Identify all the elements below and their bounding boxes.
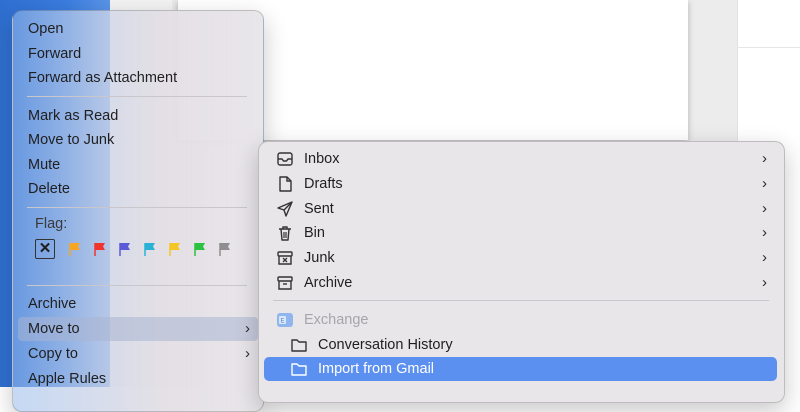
menu-item-forward-as-attachment[interactable]: Forward as Attachment xyxy=(18,66,258,90)
junk-icon xyxy=(277,251,293,265)
flag-red-icon[interactable] xyxy=(93,242,107,256)
submenu-separator xyxy=(273,300,769,301)
menu-item-move-to-junk[interactable]: Move to Junk xyxy=(18,128,258,152)
submenu-item-bin[interactable]: Bin › xyxy=(264,221,777,245)
submenu-item-inbox[interactable]: Inbox › xyxy=(264,147,777,171)
menu-item-mark-as-read[interactable]: Mark as Read xyxy=(18,104,258,128)
menu-separator xyxy=(27,285,247,286)
flag-yellow-icon[interactable] xyxy=(168,242,182,256)
menu-separator xyxy=(27,207,247,208)
move-to-submenu: Inbox › Drafts › Sent › Bin › Junk › Arc… xyxy=(258,141,785,403)
menu-item-apple-rules[interactable]: Apple Rules xyxy=(18,367,258,391)
folder-icon xyxy=(291,363,307,376)
menu-item-archive[interactable]: Archive xyxy=(18,292,258,316)
flag-blue-icon[interactable] xyxy=(143,242,157,256)
submenu-item-import-from-gmail[interactable]: Import from Gmail xyxy=(264,357,777,381)
submenu-account-exchange: E Exchange xyxy=(264,308,777,332)
chevron-right-icon: › xyxy=(762,175,767,192)
exchange-icon: E xyxy=(277,313,293,327)
menu-item-move-to[interactable]: Move to › xyxy=(18,317,258,341)
svg-text:E: E xyxy=(280,319,284,325)
menu-item-copy-to-label: Copy to xyxy=(28,346,78,362)
chevron-right-icon: › xyxy=(762,200,767,217)
inbox-icon xyxy=(277,152,293,166)
flag-orange-icon[interactable] xyxy=(68,242,82,256)
submenu-item-label: Junk xyxy=(304,250,335,266)
menu-item-copy-to[interactable]: Copy to › xyxy=(18,342,258,366)
submenu-item-label: Conversation History xyxy=(318,337,453,353)
menu-item-open[interactable]: Open xyxy=(18,17,258,41)
flag-purple-icon[interactable] xyxy=(118,242,132,256)
trash-icon xyxy=(279,226,291,241)
submenu-item-conversation-history[interactable]: Conversation History xyxy=(264,333,777,357)
submenu-item-sent[interactable]: Sent › xyxy=(264,197,777,221)
submenu-item-label: Inbox xyxy=(304,151,340,167)
submenu-item-drafts[interactable]: Drafts › xyxy=(264,172,777,196)
submenu-item-label: Bin xyxy=(304,225,325,241)
menu-separator xyxy=(27,96,247,97)
chevron-right-icon: › xyxy=(762,150,767,167)
submenu-item-archive[interactable]: Archive › xyxy=(264,271,777,295)
flag-green-icon[interactable] xyxy=(193,242,207,256)
submenu-item-junk[interactable]: Junk › xyxy=(264,246,777,270)
submenu-item-label: Sent xyxy=(304,201,334,217)
account-label: Exchange xyxy=(304,312,369,328)
chevron-right-icon: › xyxy=(245,345,250,362)
menu-item-move-to-label: Move to xyxy=(28,321,80,337)
menu-item-delete[interactable]: Delete xyxy=(18,177,258,201)
chevron-right-icon: › xyxy=(762,274,767,291)
chevron-right-icon: › xyxy=(762,224,767,241)
clear-flag-button[interactable]: ✕ xyxy=(35,239,55,259)
menu-item-mute[interactable]: Mute xyxy=(18,153,258,177)
paper-plane-icon xyxy=(277,201,293,217)
menu-item-forward[interactable]: Forward xyxy=(18,42,258,66)
flag-gray-icon[interactable] xyxy=(218,242,232,256)
flag-label: Flag: xyxy=(35,216,68,232)
submenu-item-label: Drafts xyxy=(304,176,343,192)
submenu-item-label: Archive xyxy=(304,275,353,291)
document-icon xyxy=(279,176,292,192)
message-context-menu: Open Forward Forward as Attachment Mark … xyxy=(12,10,264,412)
chevron-right-icon: › xyxy=(762,249,767,266)
submenu-item-label: Import from Gmail xyxy=(318,361,435,377)
chevron-right-icon: › xyxy=(245,320,250,337)
folder-icon xyxy=(291,339,307,352)
right-pane-divider xyxy=(737,47,800,48)
archive-box-icon xyxy=(277,276,293,290)
